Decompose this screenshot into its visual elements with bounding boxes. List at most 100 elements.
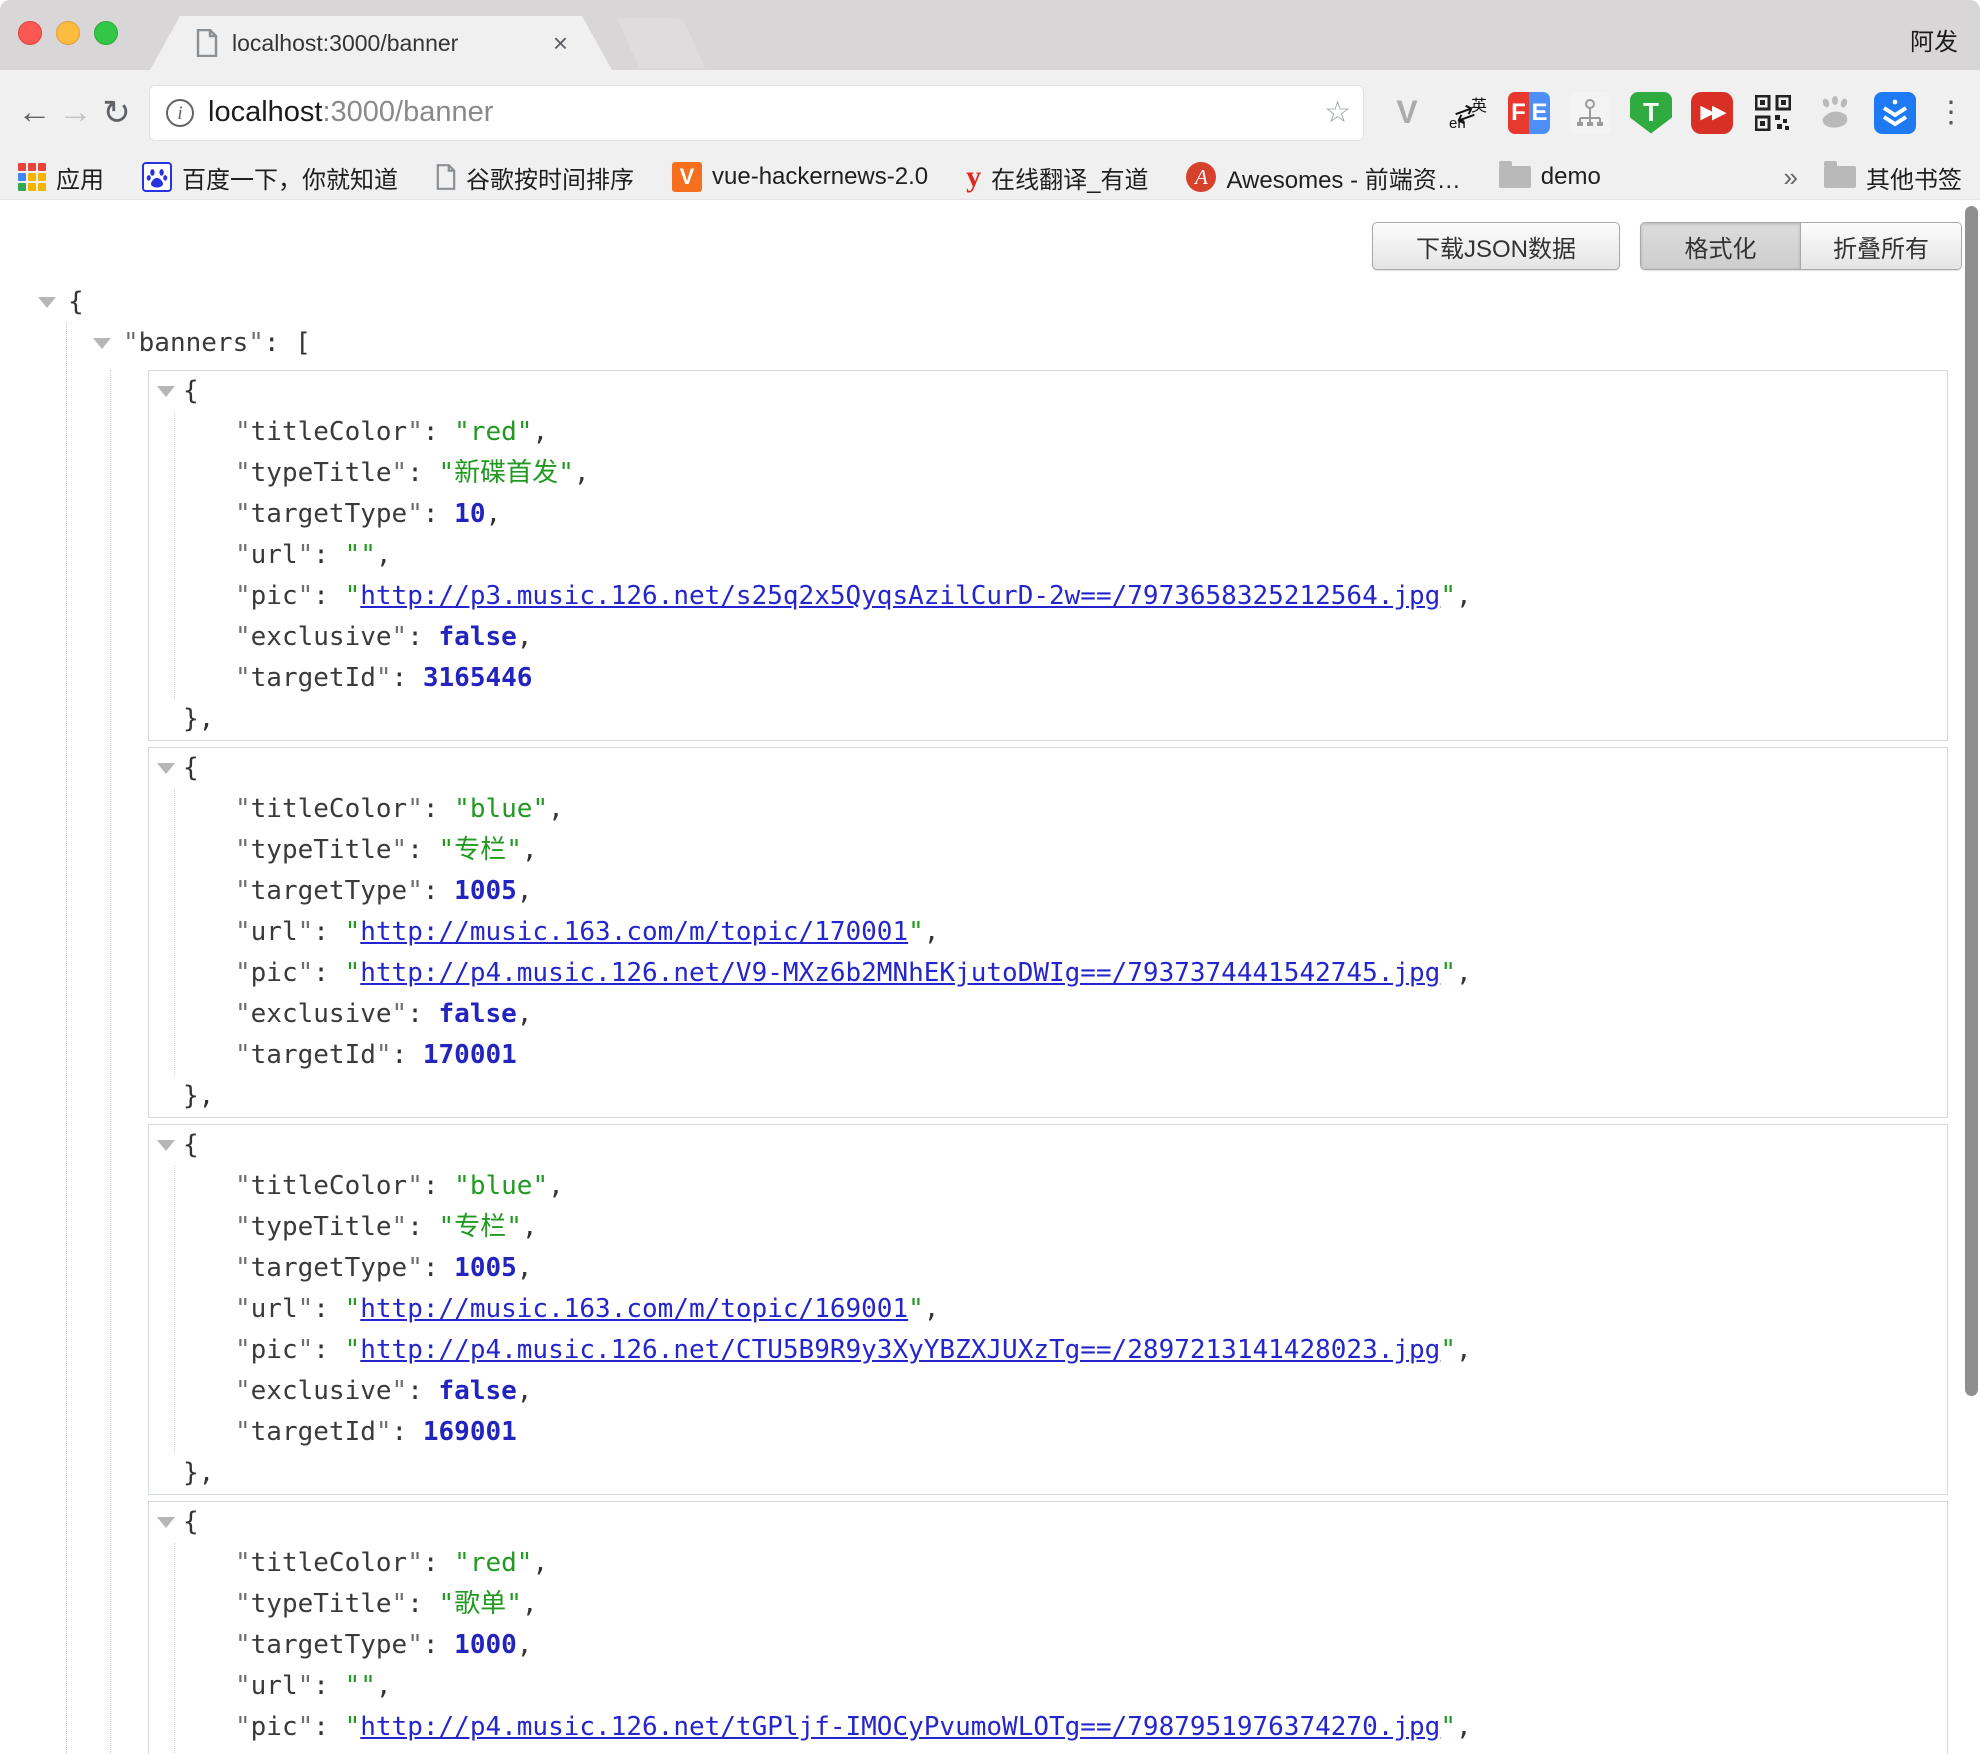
collapse-triangle-icon[interactable]: [157, 763, 175, 774]
bookmark-awesomes[interactable]: A Awesomes - 前端资…: [1186, 160, 1460, 195]
field-targetId: targetId169001: [175, 1412, 1947, 1453]
url-text[interactable]: localhost:3000/banner: [208, 96, 493, 129]
field-key: typeTitle: [235, 1212, 407, 1242]
minimize-window-button[interactable]: [56, 21, 80, 45]
object-open-line: {: [149, 748, 1947, 789]
field-key: pic: [235, 958, 313, 988]
new-tab-button[interactable]: [617, 18, 705, 68]
field-pic: pic http://p3.music.126.net/s25q2x5QyqsAz…: [175, 576, 1947, 617]
t-shield-extension-icon[interactable]: T: [1630, 92, 1672, 134]
field-value: red: [454, 1548, 532, 1578]
field-key: targetType: [235, 499, 423, 529]
field-exclusive: exclusivefalse: [175, 617, 1947, 658]
url-link[interactable]: http://music.163.com/m/topic/170001: [360, 917, 908, 947]
field-key: typeTitle: [235, 1589, 407, 1619]
profile-name[interactable]: 阿发: [1910, 22, 1958, 57]
field-typeTitle: typeTitle 专栏: [175, 1207, 1947, 1248]
other-bookmarks-folder[interactable]: 其他书签: [1824, 160, 1962, 195]
bookmark-google-sort[interactable]: 谷歌按时间排序: [436, 160, 634, 195]
field-key: pic: [235, 581, 313, 611]
open-brace: {: [183, 376, 199, 406]
bookmark-label: 应用: [56, 160, 104, 195]
qr-glyph-icon: [1755, 95, 1791, 131]
download-manager-icon[interactable]: [1874, 92, 1916, 134]
collapse-triangle-icon[interactable]: [157, 1517, 175, 1528]
back-icon[interactable]: ←: [14, 93, 55, 132]
address-bar[interactable]: i localhost:3000/banner ☆: [149, 85, 1364, 141]
field-key: titleColor: [235, 417, 423, 447]
video-downloader-icon[interactable]: ▶▶: [1691, 92, 1733, 134]
tab-close-icon[interactable]: ×: [553, 30, 568, 56]
field-pic: pichttp://p4.music.126.net/CTU5B9R9y3XyY…: [175, 1330, 1947, 1371]
banners-key-line: banners[: [93, 323, 1980, 364]
bookmark-star-icon[interactable]: ☆: [1324, 95, 1351, 130]
sitemap-extension-icon[interactable]: [1569, 92, 1611, 134]
qr-code-extension-icon[interactable]: [1752, 92, 1794, 134]
format-button[interactable]: 格式化: [1641, 223, 1801, 269]
close-brace: },: [183, 1458, 214, 1488]
reload-icon[interactable]: ↻: [96, 93, 137, 133]
zoom-window-button[interactable]: [94, 21, 118, 45]
translate-icon[interactable]: ⇄ 英 en: [1447, 92, 1489, 134]
url-link[interactable]: http://music.163.com/m/topic/169001: [360, 1294, 908, 1324]
field-targetType: targetType 1000: [175, 1625, 1947, 1666]
pic-link[interactable]: http://p4.music.126.net/tGPljf-IMOCyPvum…: [360, 1712, 1440, 1742]
bookmark-apps[interactable]: 应用: [18, 160, 104, 195]
vue-devtools-icon[interactable]: V: [1386, 92, 1428, 134]
browser-tab[interactable]: localhost:3000/banner ×: [150, 16, 612, 70]
paw-extension-icon[interactable]: [1813, 92, 1855, 134]
tab-strip: localhost:3000/banner × 阿发: [0, 0, 1980, 70]
collapse-all-button[interactable]: 折叠所有: [1801, 223, 1961, 269]
field-exclusive: exclusivefalse: [175, 994, 1947, 1035]
field-value: 专栏: [439, 1212, 522, 1242]
field-key: targetType: [235, 1630, 423, 1660]
translate-ying-label: 英: [1471, 92, 1487, 116]
pic-link[interactable]: http://p4.music.126.net/CTU5B9R9y3XyYBZX…: [360, 1335, 1440, 1365]
field-targetType: targetType1005: [175, 1248, 1947, 1289]
collapse-triangle-icon[interactable]: [157, 386, 175, 397]
close-window-button[interactable]: [18, 21, 42, 45]
open-brace: {: [183, 1507, 199, 1537]
object-close-line: },: [149, 1076, 1947, 1117]
field-pic: pichttp://p4.music.126.net/tGPljf-IMOCyP…: [175, 1707, 1947, 1748]
open-bracket: [: [295, 328, 311, 358]
forward-icon[interactable]: →: [55, 93, 96, 132]
field-value: 1000: [454, 1630, 517, 1660]
browser-menu-icon[interactable]: ⋮: [1936, 95, 1966, 130]
view-mode-segment: 格式化 折叠所有: [1640, 222, 1962, 270]
bookmarks-bar: 应用 百度一下，你就知道 谷歌按时间排序 V vue-hackernews-2.…: [0, 155, 1980, 200]
field-value: false: [439, 622, 517, 652]
pic-link[interactable]: http://p4.music.126.net/V9-MXz6b2MNhEKju…: [360, 958, 1440, 988]
field-typeTitle: typeTitle新碟首发: [175, 453, 1947, 494]
bookmarks-overflow-icon[interactable]: »: [1784, 162, 1798, 193]
bookmark-demo-folder[interactable]: demo: [1499, 163, 1601, 191]
field-value: 3165446: [423, 663, 533, 693]
apps-grid-icon: [18, 163, 46, 191]
field-key: targetId: [235, 1040, 392, 1070]
download-json-button[interactable]: 下载JSON数据: [1372, 222, 1620, 270]
collapse-triangle-icon[interactable]: [157, 1140, 175, 1151]
bookmark-youdao[interactable]: y 在线翻译_有道: [966, 160, 1148, 195]
field-key: url: [235, 540, 313, 570]
collapse-triangle-icon[interactable]: [38, 297, 56, 308]
fe-extension-icon[interactable]: FE: [1508, 92, 1550, 134]
bookmark-vue-hackernews[interactable]: V vue-hackernews-2.0: [672, 162, 928, 192]
vertical-scrollbar-thumb[interactable]: [1965, 206, 1978, 1396]
bookmark-baidu[interactable]: 百度一下，你就知道: [142, 160, 398, 195]
page-info-icon[interactable]: i: [166, 99, 194, 127]
open-brace: {: [68, 287, 84, 317]
collapse-triangle-icon[interactable]: [93, 338, 111, 349]
field-pic: pic http://p4.music.126.net/V9-MXz6b2MNhE…: [175, 953, 1947, 994]
pic-link[interactable]: http://p3.music.126.net/s25q2x5QyqsAzilC…: [360, 581, 1440, 611]
page-icon: [436, 164, 456, 190]
awesomes-a-icon: A: [1186, 162, 1216, 192]
bookmark-label: 在线翻译_有道: [991, 160, 1148, 195]
bookmark-label: 百度一下，你就知道: [182, 160, 398, 195]
close-brace: },: [183, 1081, 214, 1111]
field-value: blue: [454, 794, 548, 824]
translate-en-label: en: [1449, 115, 1466, 132]
youdao-y-icon: y: [966, 160, 981, 194]
url-path: :3000/banner: [322, 96, 493, 128]
field-key: typeTitle: [235, 458, 407, 488]
field-key: targetId: [235, 1417, 392, 1447]
